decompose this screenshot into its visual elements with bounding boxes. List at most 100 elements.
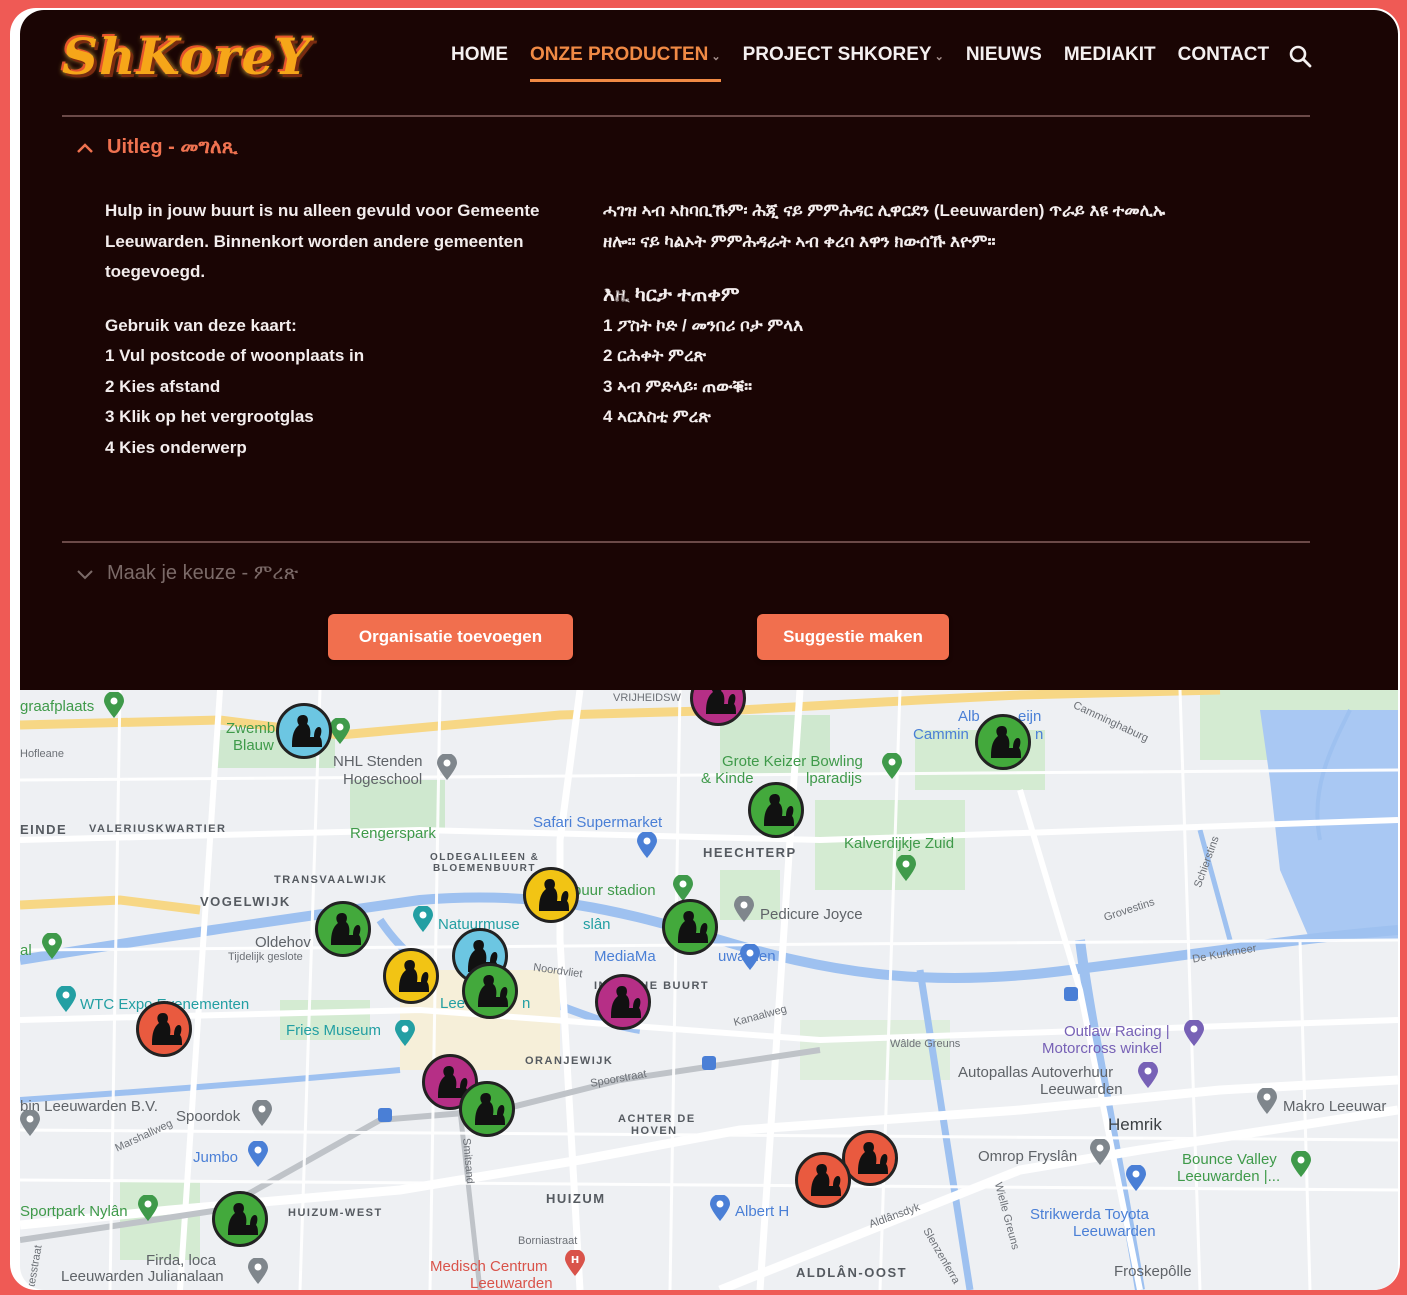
organisation-marker[interactable] (795, 1152, 851, 1208)
map-pin-icon[interactable] (248, 1141, 268, 1167)
map-district-label: VOGELWIJK (200, 894, 291, 909)
nav-onze-producten[interactable]: ONZE PRODUCTEN ⌄ (519, 40, 732, 82)
train-station-icon[interactable] (702, 1056, 716, 1070)
intro-nl-text: Hulp in jouw buurt is nu alleen gevuld v… (105, 201, 540, 281)
couple-silhouette-icon (991, 726, 1021, 758)
logo-text: ShKoreY (62, 27, 312, 86)
nav-nieuws[interactable]: NIEUWS (955, 40, 1053, 70)
map-label: Rengerspark (350, 825, 436, 842)
map-district-label: EINDE (20, 822, 68, 837)
organisation-marker[interactable] (748, 782, 804, 838)
website: ShKoreY HOME ONZE PRODUCTEN ⌄ PROJECT SHK… (20, 10, 1398, 1290)
map-district-label: VALERIUSKWARTIER (89, 823, 227, 835)
accordion-uitleg-header[interactable]: Uitleg - መግለጺ (75, 136, 238, 159)
map-label: bin Leeuwarden B.V. (20, 1098, 158, 1115)
accordion-keuze-header[interactable]: Maak je keuze - ምረጽ (75, 562, 298, 585)
organisation-marker[interactable] (462, 963, 518, 1019)
map-label: Sportpark Nylân (20, 1203, 128, 1220)
couple-silhouette-icon (539, 879, 569, 911)
map-label: Grote Keizer Bowling (722, 753, 863, 770)
train-station-icon[interactable] (378, 1108, 392, 1122)
map-pin-icon[interactable] (413, 906, 433, 932)
map-pin-icon[interactable] (896, 855, 916, 881)
couple-silhouette-icon (331, 913, 361, 945)
map-label: Lee (440, 995, 466, 1012)
map-pin-icon[interactable] (437, 754, 457, 780)
map-pin-icon[interactable] (104, 692, 124, 718)
map-pin-icon[interactable] (734, 896, 754, 922)
organisation-marker[interactable] (136, 1001, 192, 1057)
map-district-label: ORANJEWIJK (525, 1055, 614, 1067)
map-label: n (1035, 726, 1044, 743)
organisation-marker[interactable] (383, 948, 439, 1004)
map-pin-icon[interactable] (395, 1020, 415, 1046)
accordion-uitleg-title: Uitleg - መግለጺ (107, 136, 238, 158)
map-pin-icon[interactable] (20, 1110, 40, 1136)
map-pin-icon[interactable] (1090, 1139, 1110, 1165)
map-label: Borniastraat (518, 1235, 578, 1247)
map-view[interactable]: graafplaats Zwemb Blauw Hofleane NHL Ste… (20, 690, 1398, 1290)
map-pin-icon[interactable] (330, 718, 350, 744)
map-label: Pedicure Joyce (760, 906, 863, 923)
map-label: Leeuwarden Julianalaan (61, 1268, 224, 1285)
usage-nl-step: 4 Kies onderwerp (105, 437, 247, 457)
nav-contact[interactable]: CONTACT (1167, 40, 1280, 70)
organisation-marker[interactable] (315, 901, 371, 957)
map-pin-icon[interactable] (42, 933, 62, 959)
map-label: Blauw (233, 737, 274, 754)
map-pin-icon[interactable] (248, 1258, 268, 1284)
usage-ti-step: 1 ፖስት ኮድ / መንበሪ ቦታ ምላእ (603, 315, 804, 335)
map-label: NHL Stenden (333, 753, 423, 770)
nav-project-shkorey[interactable]: PROJECT SHKOREY ⌄ (732, 40, 955, 70)
map-pin-icon[interactable] (637, 832, 657, 858)
map-pin-icon[interactable] (252, 1100, 272, 1126)
organisation-marker[interactable] (662, 899, 718, 955)
bus-stop-icon[interactable] (1064, 987, 1078, 1001)
organisation-marker[interactable] (459, 1081, 515, 1137)
nav-mediakit[interactable]: MEDIAKIT (1053, 40, 1167, 70)
search-icon[interactable] (1288, 44, 1312, 68)
shkorey-logo[interactable]: ShKoreY (62, 22, 310, 92)
usage-nl-step: 3 Klik op het vergrootglas (105, 407, 314, 426)
usage-nl-step: 2 Kies afstand (105, 376, 221, 396)
map-label: Fries Museum (286, 1022, 382, 1039)
make-suggestion-button[interactable]: Suggestie maken (757, 614, 949, 660)
map-pin-icon[interactable] (1257, 1088, 1277, 1114)
map-pin-icon[interactable] (673, 875, 693, 901)
map-label: Leeuwarden (1073, 1223, 1156, 1240)
map-pin-icon[interactable] (1138, 1062, 1158, 1088)
map-district-label: TRANSVAALWIJK (274, 874, 388, 886)
couple-silhouette-icon (152, 1013, 182, 1045)
map-label: graafplaats (20, 698, 95, 715)
map-label: & Kinde (701, 770, 754, 787)
header-panel: ShKoreY HOME ONZE PRODUCTEN ⌄ PROJECT SHK… (20, 10, 1398, 690)
map-pin-icon[interactable] (56, 986, 76, 1012)
map-pin-icon[interactable] (138, 1195, 158, 1221)
map-pin-icon[interactable] (1126, 1165, 1146, 1191)
map-label: Leeuwarden |... (1177, 1168, 1281, 1185)
map-pin-icon[interactable] (882, 753, 902, 779)
organisation-marker[interactable] (975, 714, 1031, 770)
map-label: Jumbo (193, 1149, 239, 1166)
map-district-label: HEECHTERP (703, 845, 797, 860)
map-pin-icon[interactable] (710, 1195, 730, 1221)
add-organisation-button[interactable]: Organisatie toevoegen (328, 614, 573, 660)
organisation-marker[interactable] (523, 867, 579, 923)
couple-silhouette-icon (475, 1093, 505, 1125)
map-pin-icon[interactable] (740, 944, 760, 970)
couple-silhouette-icon (478, 975, 508, 1007)
nav-home[interactable]: HOME (440, 40, 519, 70)
map-pin-icon[interactable] (1291, 1151, 1311, 1177)
map-label: Hemrik (1108, 1115, 1162, 1134)
organisation-marker[interactable] (276, 703, 332, 759)
organisation-marker[interactable] (595, 974, 651, 1030)
map-label: Motorcross winkel (1042, 1040, 1163, 1057)
map-label: Zwemb (226, 720, 276, 737)
organisation-marker[interactable] (212, 1191, 268, 1247)
hospital-icon[interactable]: H (565, 1250, 585, 1276)
map-label: Makro Leeuwar (1283, 1098, 1387, 1115)
couple-silhouette-icon (292, 715, 322, 747)
intro-ti-text: ሓገዝ ኣብ ኣከባቢኹም፡ ሕጂ ናይ ምምሕዳር ሊዋርደን (Leeuwa… (603, 201, 1166, 251)
map-pin-icon[interactable] (1184, 1020, 1204, 1046)
map-label: Alb (958, 708, 980, 725)
